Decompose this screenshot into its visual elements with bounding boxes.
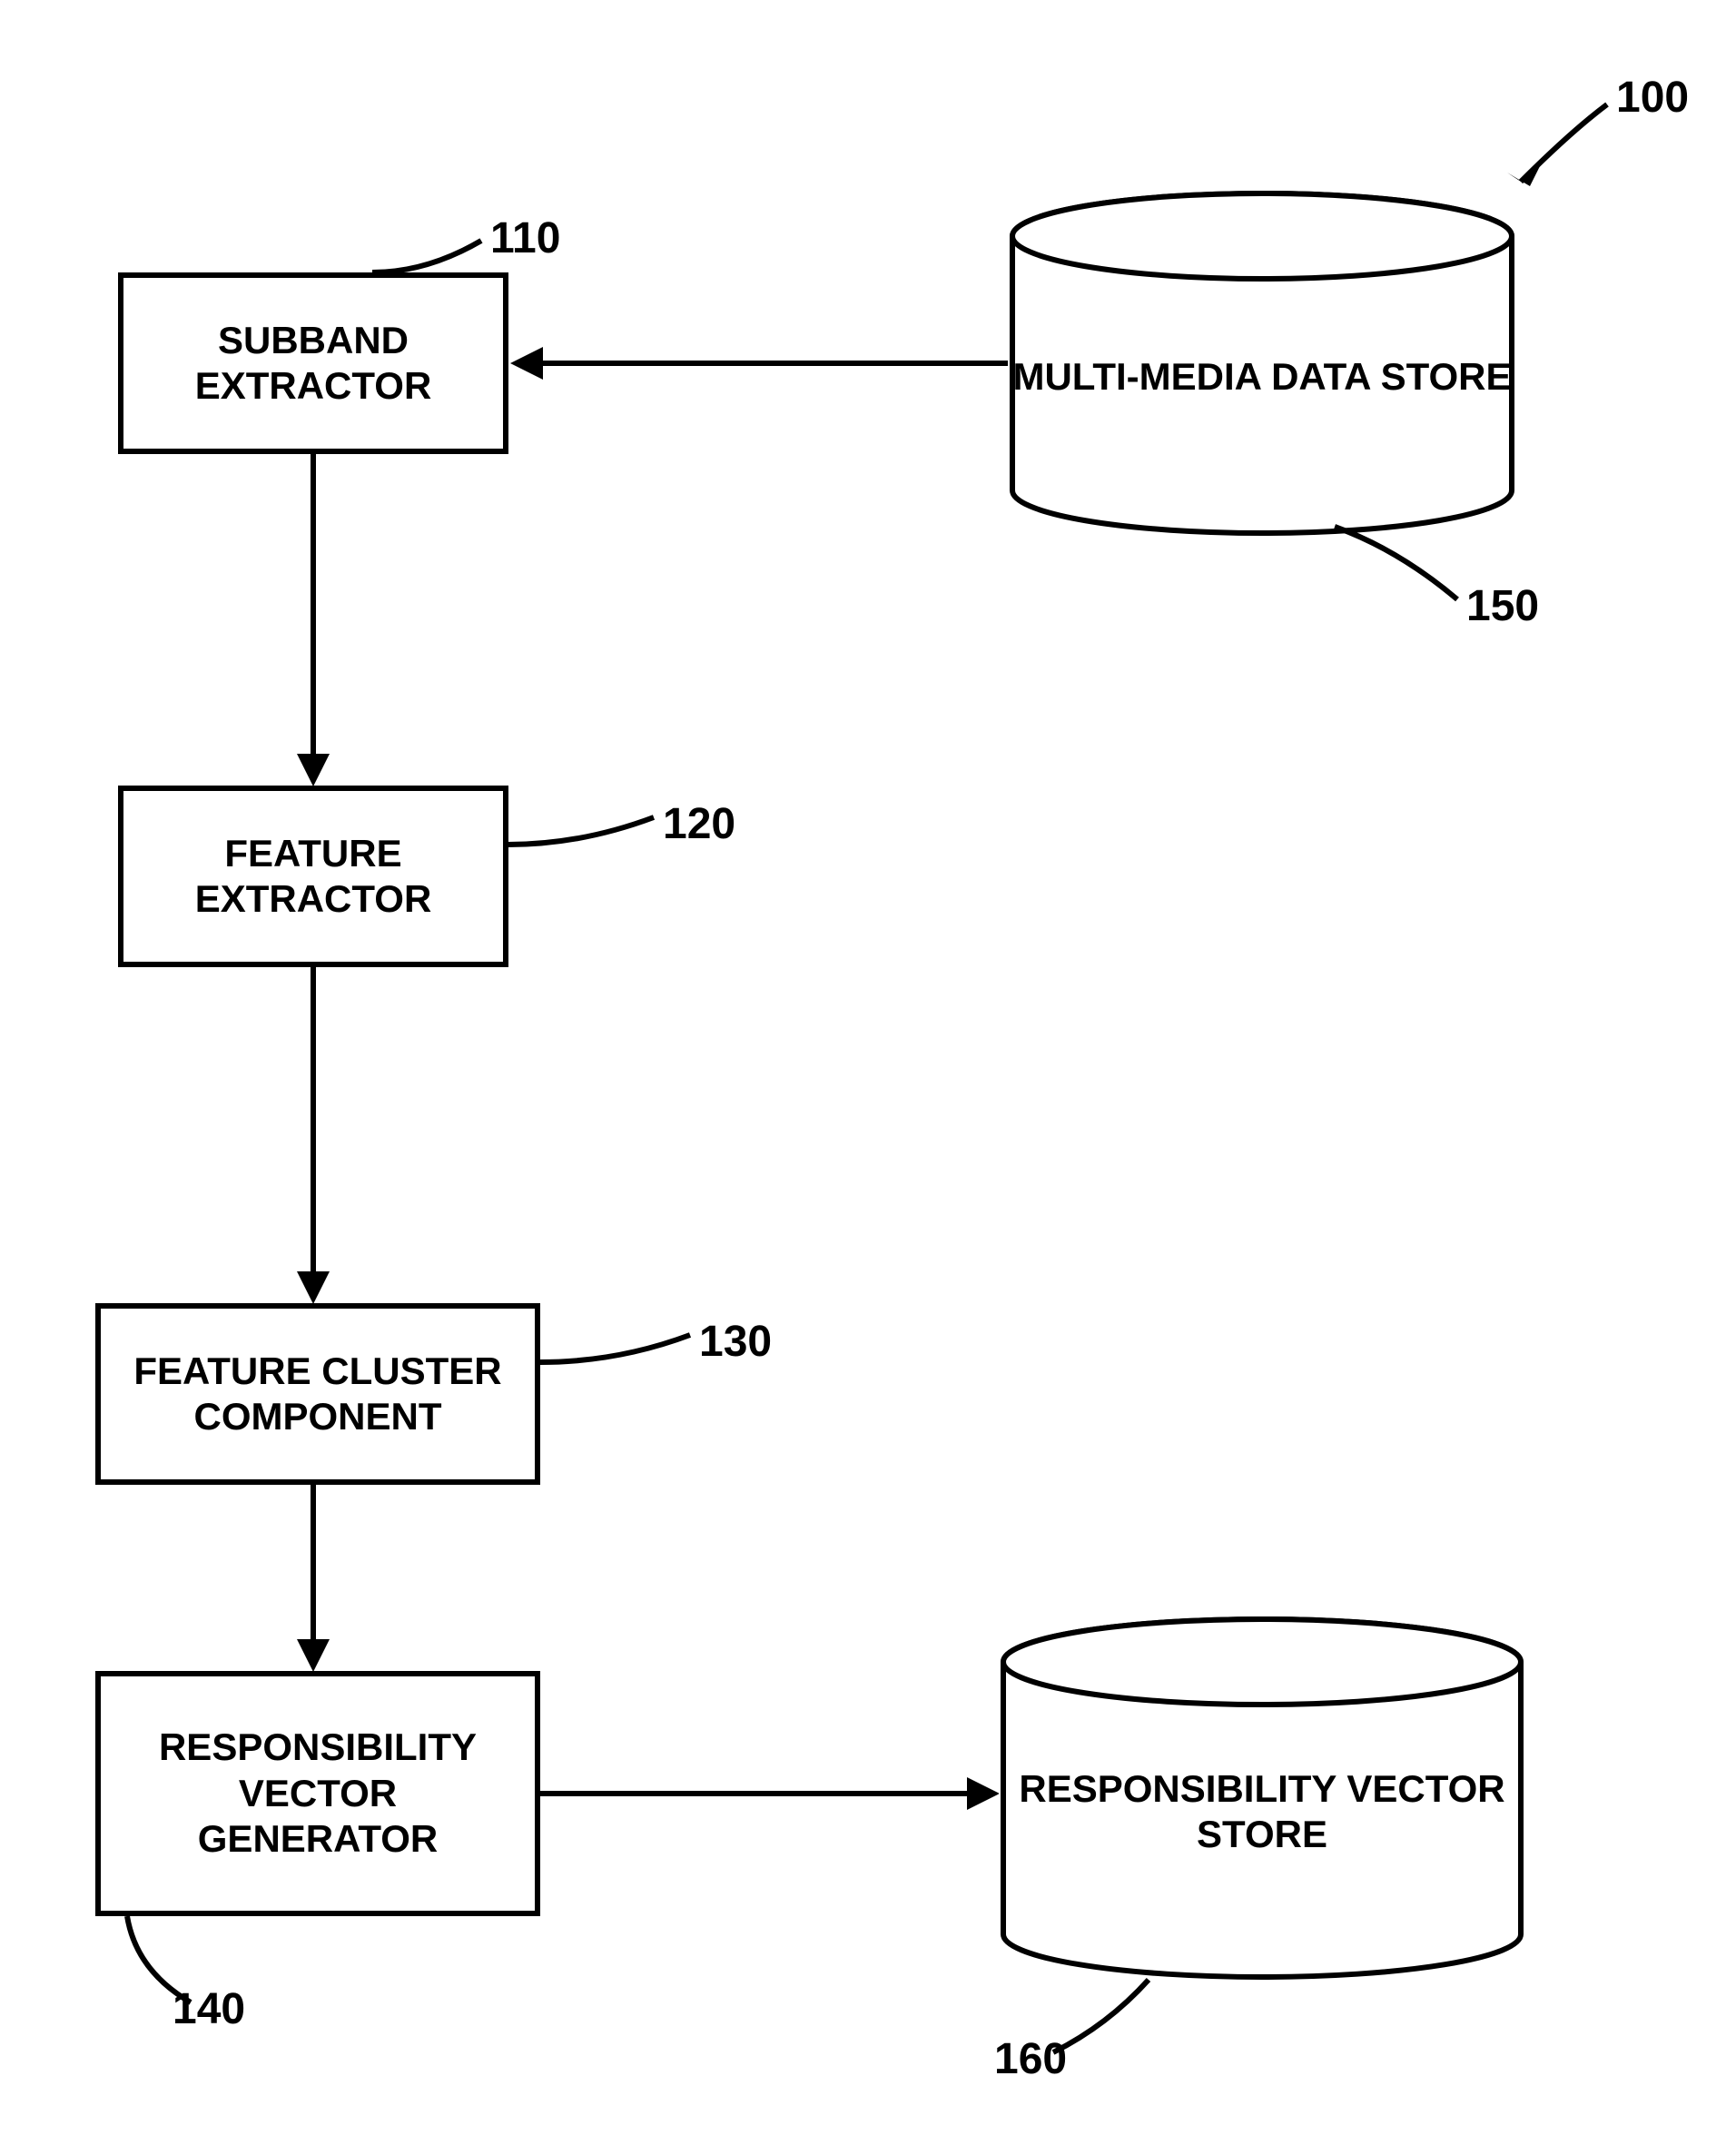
box-feature-label: FEATURE EXTRACTOR [142,831,485,923]
arrow-cluster-to-generator [311,1485,316,1644]
arrow-feature-to-cluster [311,967,316,1276]
box-cluster-label: FEATURE CLUSTER COMPONENT [119,1349,517,1440]
leader-140 [118,1916,200,2007]
box-feature-cluster: FEATURE CLUSTER COMPONENT [95,1303,540,1485]
label-120: 120 [663,799,735,849]
cylinder-datastore: MULTI-MEDIA DATA STORE [1008,191,1516,536]
arrowhead-feature-to-cluster [297,1271,330,1304]
arrowhead-generator-to-vectorstore [967,1777,1000,1810]
leader-130 [540,1326,695,1371]
label-130: 130 [699,1317,772,1367]
arrowhead-datastore-to-subband [510,347,543,380]
cylinder-datastore-label: MULTI-MEDIA DATA STORE [1012,327,1511,400]
label-100: 100 [1616,73,1689,123]
box-vector-generator: RESPONSIBILITY VECTOR GENERATOR [95,1671,540,1916]
arrow-100 [1489,95,1616,204]
arrow-generator-to-vectorstore [540,1791,972,1796]
arrow-datastore-to-subband [540,361,1008,366]
label-150: 150 [1466,581,1539,631]
box-feature-extractor: FEATURE EXTRACTOR [118,786,508,967]
arrow-subband-to-feature [311,454,316,758]
arrowhead-cluster-to-generator [297,1639,330,1672]
leader-150 [1335,522,1462,604]
cylinder-vectorstore: RESPONSIBILITY VECTOR STORE [999,1616,1525,1980]
leader-120 [508,808,658,854]
leader-160 [1053,1980,1153,2061]
cylinder-vectorstore-label: RESPONSIBILITY VECTOR STORE [999,1739,1525,1858]
label-110: 110 [490,213,560,263]
box-subband-label: SUBBAND EXTRACTOR [142,318,485,410]
leader-110 [372,236,490,282]
box-subband-extractor: SUBBAND EXTRACTOR [118,272,508,454]
box-generator-label: RESPONSIBILITY VECTOR GENERATOR [119,1725,517,1862]
arrowhead-subband-to-feature [297,754,330,786]
